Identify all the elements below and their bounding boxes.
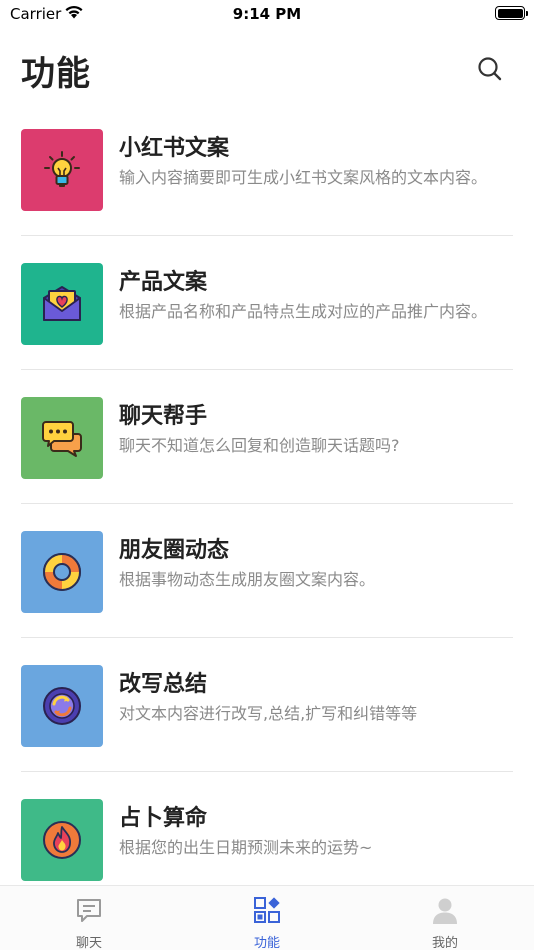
tab-label: 我的 — [431, 936, 458, 950]
feature-thumb — [21, 665, 103, 747]
feature-thumb — [21, 263, 103, 345]
feature-desc: 根据事物动态生成朋友圈文案内容。 — [119, 570, 376, 589]
feature-title: 占卜算命 — [119, 806, 208, 831]
feature-desc: 根据您的出生日期预测未来的运势~ — [119, 838, 373, 857]
feature-item-moments[interactable]: 朋友圈动态 根据事物动态生成朋友圈文案内容。 — [0, 504, 534, 638]
status-bar: Carrier 9:14 PM — [0, 0, 534, 28]
tab-bar: 聊天 功能 我的 — [0, 885, 534, 950]
feature-desc: 根据产品名称和产品特点生成对应的产品推广内容。 — [119, 302, 488, 321]
feature-item-product-copy[interactable]: 产品文案 根据产品名称和产品特点生成对应的产品推广内容。 — [0, 236, 534, 370]
lightbulb-icon — [44, 151, 80, 187]
heart-envelope-icon — [43, 286, 81, 321]
feature-thumb — [21, 531, 103, 613]
feature-title: 改写总结 — [119, 672, 208, 697]
chat-bubbles-icon — [42, 421, 82, 457]
feature-thumb — [21, 397, 103, 479]
flame-icon — [43, 821, 81, 859]
feature-item-chat-helper[interactable]: 聊天帮手 聊天不知道怎么回复和创造聊天话题吗? — [0, 370, 534, 504]
page-title: 功能 — [21, 54, 91, 94]
status-time: 9:14 PM — [232, 5, 302, 23]
tab-mine[interactable]: 我的 — [356, 886, 534, 950]
user-tab-icon — [433, 898, 457, 924]
feature-thumb — [21, 799, 103, 881]
feature-item-rewrite-summary[interactable]: 改写总结 对文本内容进行改写,总结,扩写和纠错等等 — [0, 638, 534, 772]
feature-desc: 对文本内容进行改写,总结,扩写和纠错等等 — [119, 704, 418, 723]
lifebuoy-icon — [43, 553, 81, 591]
feature-title: 聊天帮手 — [119, 404, 208, 429]
search-icon — [478, 57, 502, 81]
refresh-circle-icon — [43, 687, 81, 725]
tab-label: 聊天 — [75, 936, 102, 950]
feature-thumb — [21, 129, 103, 211]
feature-title: 朋友圈动态 — [119, 538, 230, 563]
feature-title: 产品文案 — [119, 270, 208, 295]
search-button[interactable] — [474, 53, 506, 85]
battery-icon — [495, 6, 528, 20]
tab-chat[interactable]: 聊天 — [0, 886, 178, 950]
tab-label: 功能 — [253, 936, 280, 950]
tab-features[interactable]: 功能 — [178, 886, 356, 950]
chat-tab-icon — [77, 899, 101, 922]
feature-title: 小红书文案 — [119, 136, 230, 161]
grid-tab-icon — [254, 897, 280, 923]
feature-item-xiaohongshu[interactable]: 小红书文案 输入内容摘要即可生成小红书文案风格的文本内容。 — [0, 102, 534, 236]
feature-desc: 聊天不知道怎么回复和创造聊天话题吗? — [119, 436, 400, 455]
feature-desc: 输入内容摘要即可生成小红书文案风格的文本内容。 — [119, 168, 488, 187]
